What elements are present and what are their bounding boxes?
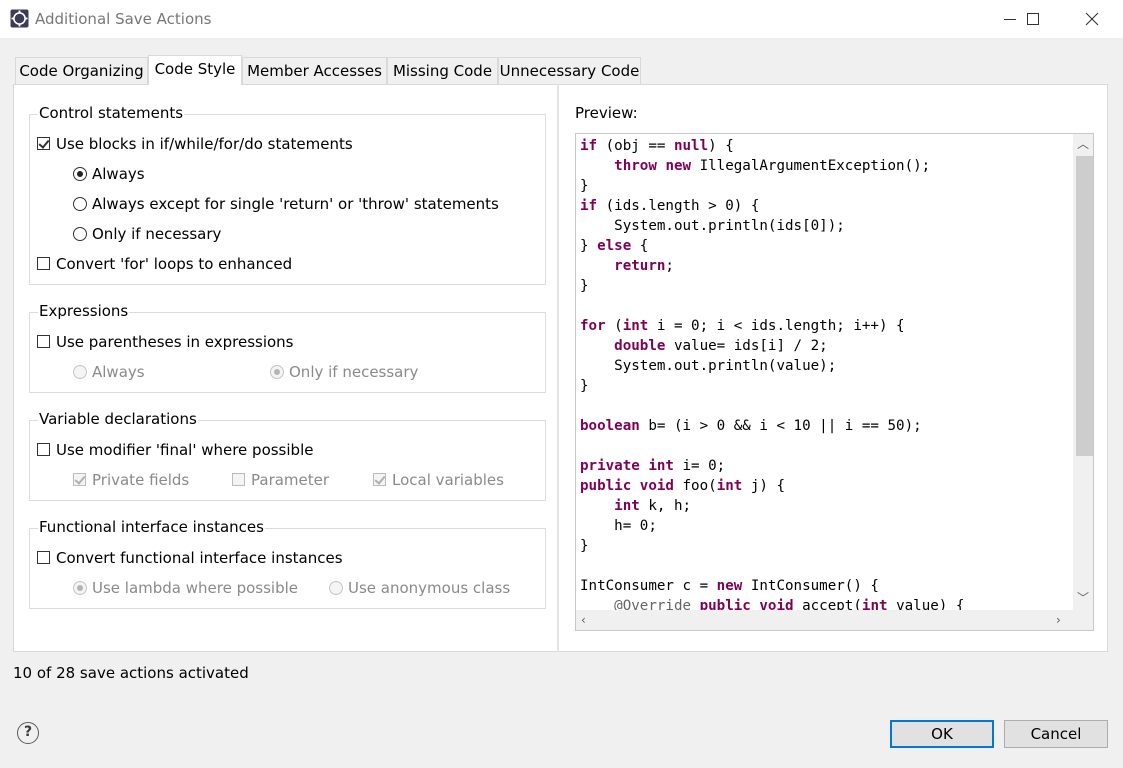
checkbox-box[interactable] (37, 137, 50, 150)
always-label: Always (92, 165, 145, 183)
radio-button[interactable] (329, 581, 343, 595)
convert-functional-label: Convert functional interface instances (56, 549, 343, 567)
use-final-label: Use modifier 'final' where possible (56, 441, 314, 459)
maximize-button[interactable] (1010, 4, 1056, 34)
scroll-left-icon[interactable]: ‹ (581, 614, 586, 626)
always-except-label: Always except for single 'return' or 'th… (92, 195, 499, 213)
vertical-scroll-thumb[interactable] (1076, 156, 1093, 456)
scrollbar-corner (1073, 610, 1093, 630)
convert-for-label: Convert 'for' loops to enhanced (56, 255, 293, 273)
parentheses-always-label: Always (92, 363, 145, 381)
tab-unnecessary-code[interactable]: Unnecessary Code (498, 57, 641, 84)
scroll-down-icon[interactable]: ﹀ (1077, 592, 1089, 604)
checkbox-box[interactable] (37, 335, 50, 348)
scroll-up-icon[interactable]: ︿ (1077, 138, 1089, 150)
vertical-scrollbar[interactable]: ︿ ﹀ (1073, 134, 1093, 610)
maximize-icon (1027, 13, 1039, 25)
radio-button[interactable] (73, 197, 87, 211)
use-parentheses-label: Use parentheses in expressions (56, 333, 294, 351)
control-statements-title: Control statements (38, 104, 185, 122)
use-blocks-label: Use blocks in if/while/for/do statements (56, 135, 353, 153)
status-text: 10 of 28 save actions activated (13, 664, 249, 682)
tab-member-accesses[interactable]: Member Accesses (242, 57, 387, 84)
tab-code-style[interactable]: Code Style (148, 55, 242, 85)
checkbox-box[interactable] (37, 551, 50, 564)
checkbox-box[interactable] (73, 473, 86, 486)
close-icon (1085, 12, 1099, 26)
checkbox-box[interactable] (37, 443, 50, 456)
cancel-button[interactable]: Cancel (1004, 720, 1108, 748)
only-if-necessary-label: Only if necessary (92, 225, 222, 243)
local-variables-label: Local variables (392, 471, 504, 489)
parameter-label: Parameter (251, 471, 330, 489)
radio-button[interactable] (73, 227, 87, 241)
tab-code-organizing[interactable]: Code Organizing (15, 57, 148, 84)
horizontal-scrollbar[interactable]: ‹ › (576, 610, 1073, 630)
eclipse-app-icon (10, 9, 29, 28)
preview-label: Preview: (575, 104, 638, 122)
functional-interface-title: Functional interface instances (38, 518, 265, 536)
use-anonymous-label: Use anonymous class (348, 579, 511, 597)
ok-button[interactable]: OK (890, 720, 994, 748)
variable-declarations-title: Variable declarations (38, 410, 198, 428)
scroll-right-icon[interactable]: › (1056, 614, 1061, 626)
radio-button[interactable] (73, 581, 87, 595)
checkbox-box[interactable] (232, 473, 245, 486)
checkbox-box[interactable] (373, 473, 386, 486)
radio-button[interactable] (270, 365, 284, 379)
parentheses-only-if-necessary-label: Only if necessary (289, 363, 419, 381)
private-fields-label: Private fields (92, 471, 190, 489)
use-lambda-label: Use lambda where possible (92, 579, 299, 597)
title-bar: Additional Save Actions (0, 0, 1123, 38)
checkbox-box[interactable] (37, 257, 50, 270)
tab-missing-code[interactable]: Missing Code (387, 57, 498, 84)
close-button[interactable] (1069, 4, 1115, 34)
panel-divider (557, 84, 559, 652)
preview-code-area[interactable]: if (obj == null) { throw new IllegalArgu… (575, 133, 1094, 631)
window-title: Additional Save Actions (35, 10, 212, 28)
help-icon[interactable]: ? (17, 722, 39, 744)
radio-button[interactable] (73, 365, 87, 379)
expressions-title: Expressions (38, 302, 130, 320)
preview-code: if (obj == null) { throw new IllegalArgu… (580, 138, 965, 614)
radio-button[interactable] (73, 167, 87, 181)
